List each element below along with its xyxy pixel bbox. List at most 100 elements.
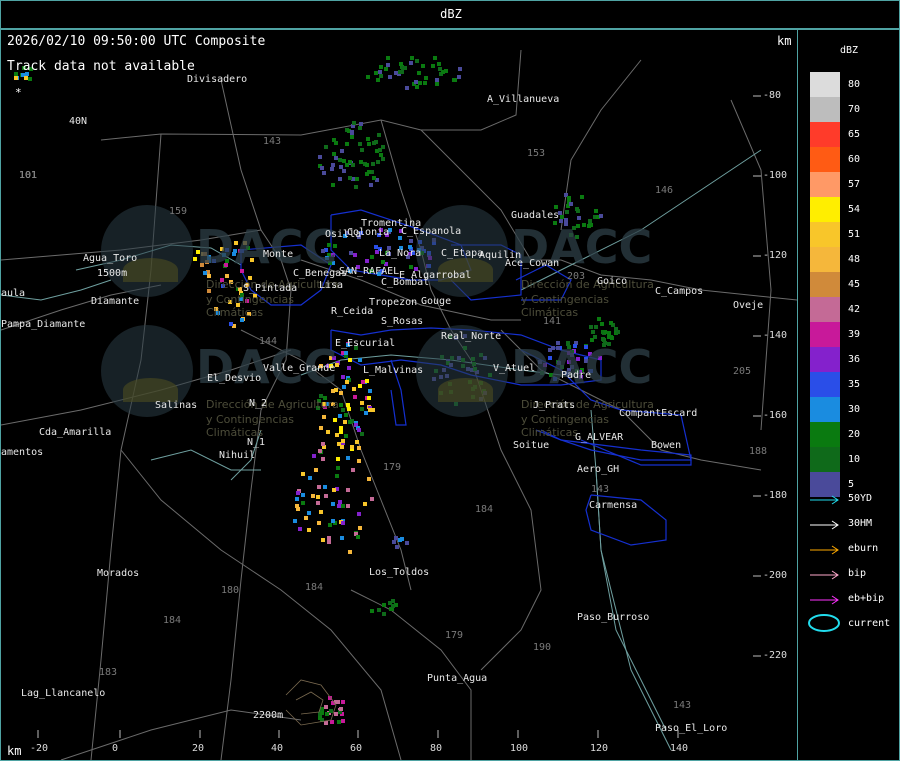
echo-cell <box>301 501 305 505</box>
scale-label: 5 <box>848 479 855 490</box>
echo-cell <box>363 502 367 506</box>
road-number: 153 <box>527 148 546 159</box>
echo-cell <box>24 76 28 80</box>
echo-cell <box>417 71 421 75</box>
echo-cell <box>325 712 329 716</box>
echo-cell <box>330 720 334 724</box>
place-label: Cda_Amarilla <box>39 427 112 438</box>
echo-cell <box>370 255 374 259</box>
echo-cell <box>350 445 354 449</box>
echo-cell <box>331 183 335 187</box>
echo-cell <box>405 86 409 90</box>
product-title: dBZ <box>440 7 462 21</box>
echo-cell <box>358 126 362 130</box>
echo-cell <box>316 495 320 499</box>
echo-cell <box>346 504 350 508</box>
place-label: SAN_RAFAEL <box>339 266 400 277</box>
echo-cell <box>358 358 362 362</box>
km-top-label: km <box>777 34 792 48</box>
place-label: C_Campos <box>655 286 704 297</box>
echo-cell <box>350 135 354 139</box>
road-number: 180 <box>221 585 240 596</box>
echo-cell <box>457 75 461 79</box>
echo-cell <box>381 157 385 161</box>
place-label: Osilla <box>325 229 362 240</box>
road-number: 159 <box>169 206 188 217</box>
timestamp-label: 2026/02/10 09:50:00 UTC Composite <box>7 34 266 49</box>
echo-cell <box>369 183 373 187</box>
echo-cell <box>381 260 385 264</box>
echo-cell <box>371 162 375 166</box>
echo-cell <box>377 133 381 137</box>
echo-cell <box>365 379 369 383</box>
echo-cell <box>360 407 364 411</box>
place-label: Morados <box>97 568 140 579</box>
echo-cell <box>340 536 344 540</box>
track-arrow-icon <box>810 520 839 530</box>
echo-cell <box>433 56 437 60</box>
place-label: R_Ceida <box>331 306 374 317</box>
echo-cell <box>357 446 361 450</box>
echo-cell <box>365 163 369 167</box>
echo-cell <box>324 721 328 725</box>
echo-cell <box>301 472 305 476</box>
echo-cell <box>338 158 342 162</box>
current-label: current <box>848 618 891 629</box>
echo-cell <box>295 497 299 501</box>
place-label: Aero_GH <box>577 464 620 475</box>
place-label: Salinas <box>155 400 198 411</box>
echo-cell <box>409 61 413 65</box>
road-number: 143 <box>263 136 282 147</box>
place-label: Los_Toldos <box>369 567 430 578</box>
echo-cell <box>377 608 381 612</box>
echo-cell <box>324 145 328 149</box>
scale-label: 36 <box>848 354 861 365</box>
dacc-watermark: DACC Dirección de Agricultura y Contingenc… <box>101 200 351 319</box>
place-label: L_Malvinas <box>363 365 424 376</box>
echo-cell <box>321 457 325 461</box>
echo-cell <box>379 153 383 157</box>
echo-cell <box>409 265 413 269</box>
echo-cell <box>14 76 18 80</box>
km-bottom-label: km <box>7 744 22 758</box>
echo-cell <box>441 70 445 74</box>
place-label: Ace_Cowan <box>505 258 560 269</box>
echo-cell <box>341 439 345 443</box>
title-bar: dBZ <box>0 0 900 29</box>
echo-cell <box>360 432 364 436</box>
x-tick-label: 40 <box>271 743 284 754</box>
echo-cell <box>410 56 414 60</box>
echo-cell <box>421 64 425 68</box>
place-label: Tropezon <box>369 297 418 308</box>
echo-cell <box>378 70 382 74</box>
echo-cell <box>328 523 332 527</box>
echo-cell <box>401 66 405 70</box>
echo-cell <box>458 67 462 71</box>
place-label: S_Rosas <box>381 316 424 327</box>
place-label: Agua_Toro <box>83 253 138 264</box>
dacc-logo-wave <box>123 378 178 402</box>
echo-cell <box>320 711 324 715</box>
echo-cell <box>392 540 396 544</box>
echo-cell <box>352 387 356 391</box>
echo-cell <box>580 195 584 199</box>
road-number: 144 <box>259 336 278 347</box>
road-number: 179 <box>383 462 402 473</box>
echo-cell <box>405 541 409 545</box>
scale-label: 60 <box>848 154 861 165</box>
track-label: eburn <box>848 543 879 554</box>
echo-cell <box>318 716 322 720</box>
place-label: N_2 <box>249 398 268 409</box>
scale-label: 10 <box>848 454 861 465</box>
echo-cell <box>423 81 427 85</box>
echo-cell <box>371 408 375 412</box>
echo-cell <box>394 71 398 75</box>
echo-cell <box>394 536 398 540</box>
place-label: Guadales <box>511 210 560 221</box>
echo-cell <box>374 71 378 75</box>
watermark-line2: y Contingencias Climáticas <box>206 293 295 319</box>
echo-cell <box>338 177 342 181</box>
y-tick-label: -80 <box>763 90 782 101</box>
map-panel[interactable]: 2026/02/10 09:50:00 UTC Composite Track … <box>0 29 798 761</box>
echo-cell <box>355 440 359 444</box>
